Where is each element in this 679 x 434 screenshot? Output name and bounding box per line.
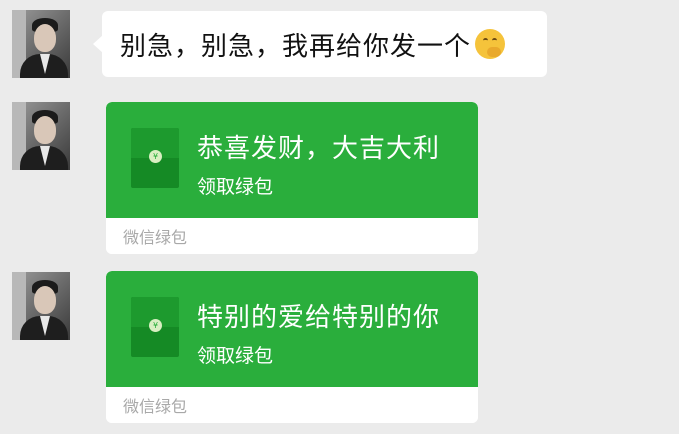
packet-footer-label: 微信绿包	[106, 387, 478, 423]
packet-claim-label: 领取绿包	[197, 176, 274, 198]
sender-avatar[interactable]	[12, 272, 70, 340]
packet-claim-label: 领取绿包	[197, 345, 274, 367]
green-packet-body[interactable]: ¥ 特别的爱给特别的你 领取绿包	[106, 271, 478, 387]
message-bubble[interactable]: 别急，别急，我再给你发一个	[93, 11, 547, 77]
thinking-face-emoji-icon	[475, 29, 506, 59]
packet-envelope-icon: ¥	[131, 128, 179, 188]
green-packet-card[interactable]: ¥ 特别的爱给特别的你 领取绿包 微信绿包	[106, 271, 478, 423]
green-packet-card[interactable]: ¥ 恭喜发财，大吉大利 领取绿包 微信绿包	[106, 102, 478, 254]
green-packet-body[interactable]: ¥ 恭喜发财，大吉大利 领取绿包	[106, 102, 478, 218]
packet-greeting: 特别的爱给特别的你	[197, 303, 441, 333]
packet-footer-label: 微信绿包	[106, 218, 478, 254]
sender-avatar[interactable]	[12, 102, 70, 170]
packet-envelope-icon: ¥	[131, 297, 179, 357]
sender-avatar[interactable]	[12, 10, 70, 78]
packet-greeting: 恭喜发财，大吉大利	[197, 134, 441, 164]
message-text: 别急，别急，我再给你发一个	[120, 31, 472, 62]
